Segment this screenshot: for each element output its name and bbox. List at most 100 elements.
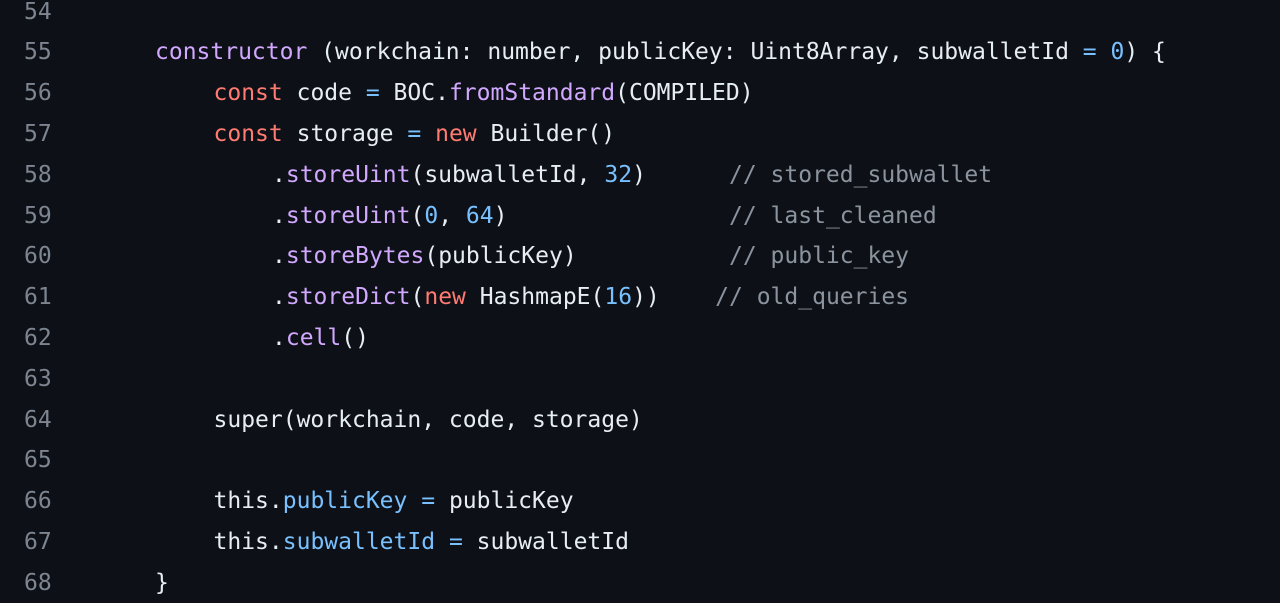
line-number: 56 <box>24 80 52 107</box>
line-number: 55 <box>24 39 52 66</box>
code-token-comment: // public_key <box>728 243 909 270</box>
code-editor[interactable]: 54 55 constructor (workchain: number, publ… <box>0 0 1280 596</box>
code-token-fn: fromStandard <box>448 80 616 107</box>
code-token-num: 32 <box>604 161 633 188</box>
code-content: this.publicKey = publicKey <box>214 481 574 522</box>
code-line[interactable]: 66 this.publicKey = publicKey <box>0 481 1280 522</box>
line-number: 57 <box>24 120 52 147</box>
code-token-num: 64 <box>465 202 494 229</box>
code-line[interactable]: 57 const storage = new Builder() <box>0 114 1280 155</box>
line-number: 60 <box>24 243 52 270</box>
code-line[interactable]: 56 const code = BOC.fromStandard(COMPILED… <box>0 73 1280 114</box>
line-number: 64 <box>24 406 52 433</box>
code-token-text: . <box>272 284 286 311</box>
code-line[interactable]: 59 .storeUint(0, 64) // last_cleaned <box>0 196 1280 237</box>
code-token-fn: storeUint <box>285 161 411 188</box>
code-token-text: . <box>272 324 286 351</box>
code-token-kw: const <box>213 120 283 147</box>
code-content: const code = BOC.fromStandard(COMPILED) <box>214 73 754 114</box>
code-token-text: ( <box>410 202 425 229</box>
code-line[interactable]: 61 .storeDict(new HashmapE(16)) // old_qu… <box>0 277 1280 318</box>
code-content: } <box>155 563 169 603</box>
code-token-kw: new <box>424 284 466 311</box>
code-line[interactable]: 68} <box>0 563 1280 603</box>
code-content: .storeUint(subwalletId, 32) // stored_su… <box>272 155 992 196</box>
code-token-text: )) <box>632 284 716 311</box>
code-token-text: (subwalletId, <box>410 161 605 188</box>
code-token-text: (workchain: number, publicKey: Uint8Arra… <box>307 39 1083 66</box>
code-token-fn: constructor <box>155 39 308 66</box>
code-content: .storeBytes(publicKey) // public_key <box>272 236 909 277</box>
line-number: 54 <box>24 0 52 25</box>
code-token-text: (publicKey) <box>424 243 729 270</box>
code-content: this.subwalletId = subwalletId <box>214 522 629 563</box>
line-number: 66 <box>24 488 52 515</box>
code-token-op: = <box>407 120 422 147</box>
line-number: 65 <box>24 447 52 474</box>
code-token-num: 0 <box>424 202 439 229</box>
code-token-kw: const <box>213 80 283 107</box>
code-line[interactable]: 55 constructor (workchain: number, public… <box>0 32 1280 73</box>
code-token-comment: // last_cleaned <box>729 202 937 229</box>
code-line[interactable]: 64 super(workchain, code, storage) <box>0 400 1280 441</box>
code-token-fn: storeUint <box>285 202 411 229</box>
code-token-prop: subwalletId <box>282 528 436 555</box>
code-content: .storeUint(0, 64) // last_cleaned <box>272 196 937 237</box>
code-token-text: ) <box>493 202 730 229</box>
code-content: super(workchain, code, storage) <box>214 400 643 441</box>
code-token-text: BOC. <box>379 80 449 107</box>
code-line[interactable]: 54 <box>0 0 1280 32</box>
code-token-fn: cell <box>285 324 342 351</box>
code-token-text: . <box>272 161 286 188</box>
code-token-comment: // old_queries <box>715 284 910 311</box>
code-content: const storage = new Builder() <box>214 114 616 155</box>
code-token-text: (COMPILED) <box>615 80 754 107</box>
code-token-num: 0 <box>1110 39 1125 66</box>
code-line[interactable]: 62 .cell() <box>0 318 1280 359</box>
code-token-prop: publicKey <box>282 488 408 515</box>
code-token-text: HashmapE( <box>465 284 605 311</box>
code-token-num: 16 <box>604 284 633 311</box>
line-number: 58 <box>24 161 52 188</box>
code-token-text: super(workchain, code, storage) <box>213 406 643 433</box>
code-token-op: = <box>1082 39 1097 66</box>
code-token-text: () <box>341 324 369 351</box>
code-token-op: = <box>365 80 380 107</box>
code-token-text: this. <box>213 528 283 555</box>
code-token-text: publicKey <box>435 488 574 515</box>
code-line[interactable]: 67 this.subwalletId = subwalletId <box>0 522 1280 563</box>
code-line[interactable]: 60 .storeBytes(publicKey) // public_key <box>0 236 1280 277</box>
code-content: .cell() <box>272 318 369 359</box>
code-token-text: ( <box>410 284 425 311</box>
line-number: 63 <box>24 365 52 392</box>
code-token-op: = <box>448 528 463 555</box>
line-number: 61 <box>24 284 52 311</box>
code-token-text: code <box>282 80 366 107</box>
line-number: 62 <box>24 324 52 351</box>
code-token-text: } <box>155 569 169 596</box>
line-number: 59 <box>24 202 52 229</box>
code-token-fn: storeBytes <box>285 243 425 270</box>
code-line[interactable]: 65 <box>0 440 1280 481</box>
code-token-comment: // stored_subwallet <box>729 161 993 188</box>
code-content: constructor (workchain: number, publicKe… <box>155 32 1166 73</box>
code-token-text: subwalletId <box>462 528 629 555</box>
code-token-text: . <box>272 202 286 229</box>
code-token-kw: new <box>435 120 477 147</box>
code-token-text: ) { <box>1124 39 1166 66</box>
code-token-text: this. <box>213 488 283 515</box>
code-token-text: ) <box>632 161 729 188</box>
code-line[interactable]: 63 <box>0 359 1280 400</box>
line-number: 67 <box>24 528 52 555</box>
code-token-fn: storeDict <box>285 284 411 311</box>
code-token-text: . <box>272 243 286 270</box>
code-content: .storeDict(new HashmapE(16)) // old_quer… <box>272 277 909 318</box>
code-line[interactable]: 58 .storeUint(subwalletId, 32) // stored_… <box>0 155 1280 196</box>
code-token-text: storage <box>282 120 408 147</box>
line-number: 68 <box>24 569 52 596</box>
code-token-text: , <box>438 202 466 229</box>
